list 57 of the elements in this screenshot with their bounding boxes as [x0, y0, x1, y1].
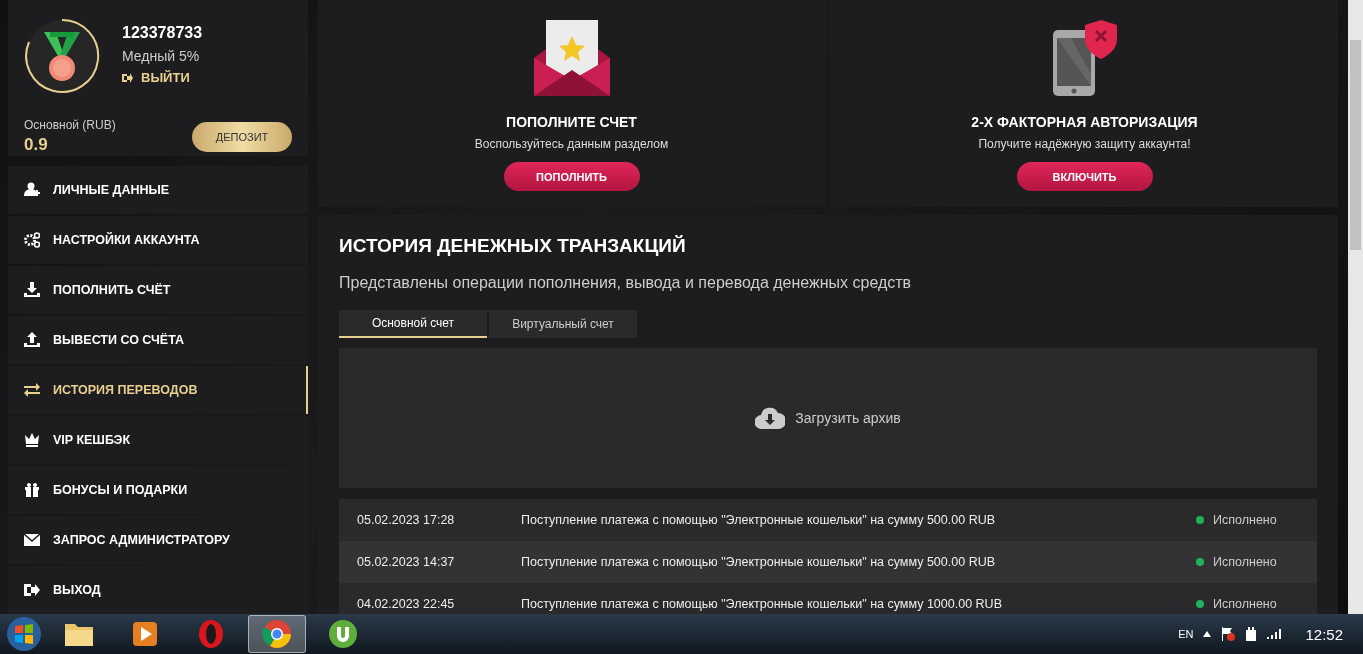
signal-bars-icon[interactable]: [1267, 629, 1282, 639]
language-indicator[interactable]: EN: [1178, 628, 1194, 640]
power-plug-icon[interactable]: [1245, 627, 1258, 641]
menu-item[interactable]: ВЫХОД: [8, 566, 308, 614]
flag-icon[interactable]: [1221, 627, 1236, 641]
menu-item[interactable]: ПОПОЛНИТЬ СЧЁТ: [8, 266, 308, 314]
user-id: 123378733: [122, 24, 203, 42]
transaction-date: 05.02.2023 17:28: [356, 513, 456, 527]
balance-amount: 0.9: [24, 135, 49, 155]
gift-icon: [24, 482, 40, 498]
clock[interactable]: 12:52: [1305, 625, 1343, 643]
promo-text: Воспользуйтесь данным разделом: [474, 137, 669, 151]
promo-title: 2-Х ФАКТОРНАЯ АВТОРИЗАЦИЯ: [971, 114, 1198, 130]
menu-item[interactable]: НАСТРОЙКИ АККАУНТА: [8, 216, 308, 264]
phone-shield-icon: [1052, 20, 1117, 96]
upload-icon: [24, 332, 40, 348]
account-tab[interactable]: Виртуальный счет: [489, 310, 637, 338]
caret-up-icon[interactable]: [1203, 631, 1212, 637]
menu-item[interactable]: ИСТОРИЯ ПЕРЕВОДОВ: [8, 366, 308, 414]
transaction-description: Поступление платежа с помощью "Электронные кошельки" на сумму 500.00 RUB: [521, 555, 997, 569]
transaction-description: Поступление платежа с помощью "Электронные кошельки" на сумму 1000.00 RUB: [521, 597, 1003, 611]
crown-icon: [24, 432, 40, 448]
gears-icon: [24, 232, 40, 248]
history-subtitle: Представлены операции пополнения, вывода и перевода денежных средств: [339, 274, 913, 292]
scrollbar-thumb[interactable]: [1350, 40, 1361, 250]
start-button-icon[interactable]: [6, 616, 42, 652]
promo-button[interactable]: ПОПОЛНИТЬ: [503, 162, 640, 191]
transfer-arrows-icon: [24, 382, 40, 398]
scrollbar[interactable]: [1348, 0, 1363, 614]
medal-icon: [24, 18, 100, 94]
deposit-button[interactable]: ДЕПОЗИТ: [192, 121, 292, 152]
envelope-star-icon: [533, 20, 610, 96]
download-icon: [24, 282, 40, 298]
browser-icon: [261, 618, 293, 650]
rank-label: Медный 5%: [122, 48, 201, 64]
account-tab[interactable]: Основной счет: [339, 310, 487, 338]
menu-item[interactable]: ЛИЧНЫЕ ДАННЫЕ: [8, 166, 308, 214]
balance-label: Основной (RUB): [24, 118, 116, 132]
cloud-download-icon: [755, 407, 786, 429]
transaction-status: Исполнено: [1213, 555, 1278, 569]
promo-title: ПОПОЛНИТЕ СЧЕТ: [506, 114, 637, 130]
transaction-date: 05.02.2023 14:37: [356, 555, 456, 569]
user-add-icon: [24, 182, 40, 198]
promo-text: Получите надёжную защиту аккаунта!: [978, 137, 1191, 151]
menu-item[interactable]: ВЫВЕСТИ СО СЧЁТА: [8, 316, 308, 364]
history-title: ИСТОРИЯ ДЕНЕЖНЫХ ТРАНЗАКЦИЙ: [339, 235, 687, 257]
exit-icon: [122, 72, 133, 83]
logout-link[interactable]: ВЫЙТИ: [122, 70, 203, 85]
transaction-status: Исполнено: [1213, 513, 1278, 527]
transaction-description: Поступление платежа с помощью "Электронные кошельки" на сумму 500.00 RUB: [521, 513, 997, 527]
transaction-status: Исполнено: [1213, 597, 1278, 611]
transaction-date: 04.02.2023 22:45: [356, 597, 456, 611]
promo-button[interactable]: ВКЛЮЧИТЬ: [1016, 162, 1153, 191]
torrent-icon: [327, 618, 359, 650]
envelope-icon: [24, 532, 40, 548]
download-archive-button[interactable]: Загрузить архив: [749, 406, 907, 430]
exit-icon: [24, 582, 40, 598]
